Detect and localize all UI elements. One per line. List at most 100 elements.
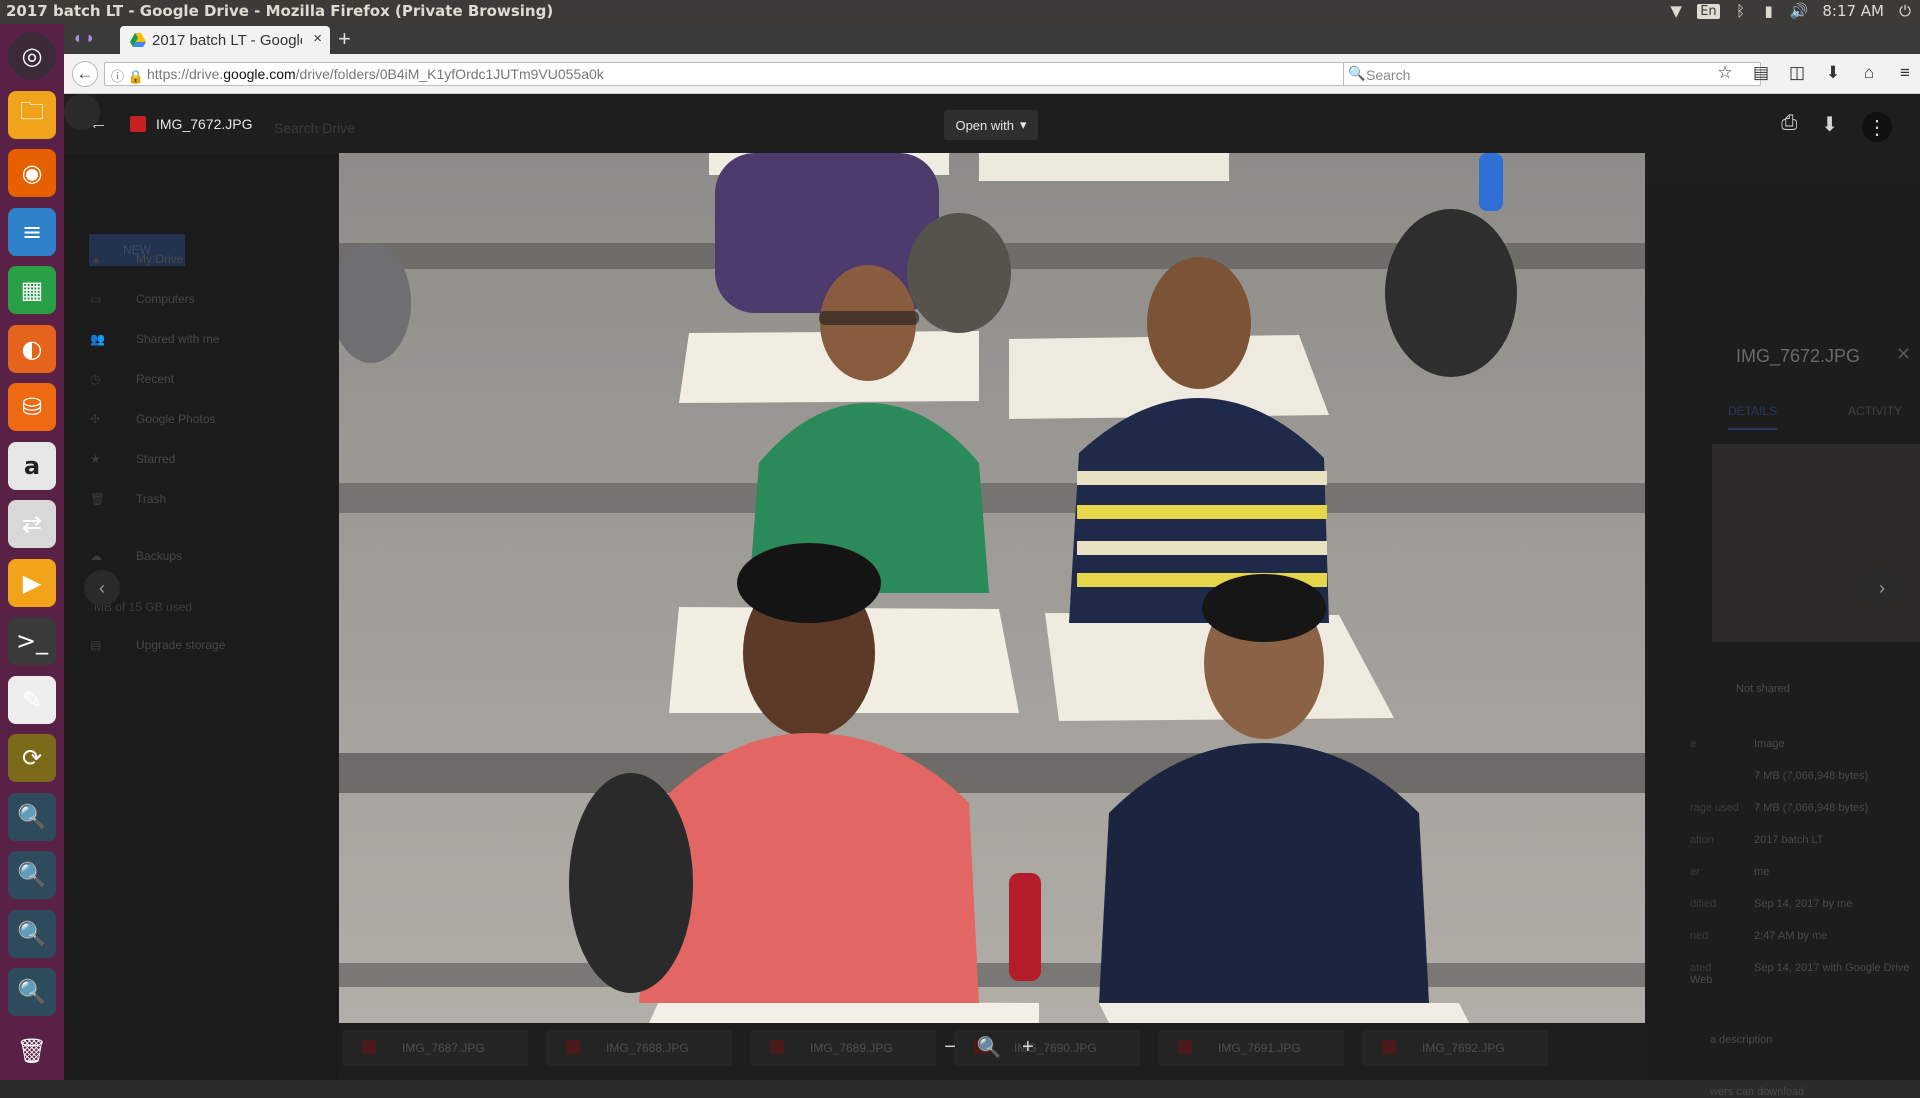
open-with-button[interactable]: Open with ▾ [944, 110, 1038, 140]
details-row-value: 7 MB (7,066,948 bytes) [1754, 770, 1869, 782]
viewer-actions: ⎙ ⬇ ⋮ [1781, 112, 1892, 142]
filmstrip-filename: IMG_7692.JPG [1422, 1041, 1505, 1055]
details-row: er me [1690, 866, 1920, 878]
filmstrip-item[interactable]: IMG_7687.JPG [342, 1030, 528, 1066]
drive-nav-item[interactable]: ▭ Computers [90, 292, 195, 306]
window-title: 2017 batch LT - Google Drive - Mozilla F… [6, 2, 554, 20]
details-row: dified Sep 14, 2017 by me [1690, 898, 1920, 910]
new-tab-button[interactable]: + [338, 26, 351, 52]
drive-nav-label: My Drive [136, 252, 184, 266]
details-row: ation 2017 batch LT [1690, 834, 1920, 846]
filmstrip-item[interactable]: IMG_7692.JPG [1362, 1030, 1548, 1066]
more-actions-icon[interactable]: ⋮ [1862, 112, 1892, 142]
launcher-firefox-icon[interactable]: ◉ [8, 149, 56, 197]
tab-bar: ◐◑ 2017 batch LT - Google × + [64, 24, 1920, 54]
next-image-button[interactable]: › [1864, 570, 1900, 606]
zoom-out-icon[interactable]: − [944, 1036, 956, 1059]
back-button[interactable]: ← [72, 61, 98, 87]
search-bar[interactable]: 🔍 Search [1343, 62, 1761, 86]
launcher-settings-toggle-icon[interactable]: ⇄ [8, 500, 56, 548]
drive-nav-item[interactable]: ▲ My Drive [90, 252, 183, 266]
launcher-ubuntu-dash-icon[interactable]: ◎ [8, 32, 56, 80]
launcher-libreoffice-calc-icon[interactable]: ▦ [8, 266, 56, 314]
volume-icon[interactable]: 🔊 [1790, 2, 1809, 20]
system-top-bar: 2017 batch LT - Google Drive - Mozilla F… [0, 0, 1920, 24]
drive-nav-item[interactable]: ✣ Google Photos [90, 412, 215, 426]
launcher-terminal-icon[interactable]: >_ [8, 617, 56, 665]
launcher-image-viewer-2-icon[interactable]: 🔍 [8, 851, 56, 899]
wifi-icon[interactable]: ▼ [1669, 2, 1683, 20]
launcher-trash-icon[interactable]: 🗑 [8, 1026, 56, 1075]
drive-nav-item[interactable]: 👥 Shared with me [90, 332, 219, 346]
tab-label: 2017 batch LT - Google [152, 32, 302, 49]
power-icon[interactable]: ⏻ [1898, 2, 1912, 20]
details-row: e Image [1690, 738, 1920, 750]
details-row: ated Sep 14, 2017 with Google Drive Web [1690, 962, 1920, 986]
previous-image-button[interactable]: ‹ [84, 570, 120, 606]
previous-image-button[interactable] [64, 94, 100, 130]
image-file-icon [362, 1040, 376, 1054]
launcher-software-center-icon[interactable]: ⛁ [8, 383, 56, 431]
url-bar[interactable]: ⓘ 🔒 https://drive.google.com/drive/folde… [104, 62, 1370, 86]
upgrade-storage-link[interactable]: ▤ Upgrade storage [90, 638, 225, 652]
launcher-image-viewer-3-icon[interactable]: 🔍 [8, 909, 56, 958]
toolbar-icons: ☆ ▤ ◫ ⬇ ⌂ ≡ [1714, 63, 1916, 83]
details-row: rage used 7 MB (7,066,948 bytes) [1690, 802, 1920, 814]
launcher-text-editor-icon[interactable]: ✎ [8, 675, 56, 724]
site-info-icon[interactable]: ⓘ 🔒 [111, 66, 144, 85]
keyboard-language[interactable]: En [1697, 3, 1720, 19]
details-panel: IMG_7672.JPG ✕ DETAILS ACTIVITY Not shared e I… [1650, 188, 1920, 1098]
clock-icon: ◷ [90, 372, 101, 386]
add-description[interactable]: a description [1710, 1034, 1772, 1046]
viewer-filename: IMG_7672.JPG [156, 116, 253, 132]
drive-nav-item[interactable]: 🗑 Trash [90, 492, 166, 506]
tab-google-drive[interactable]: 2017 batch LT - Google × [120, 26, 330, 54]
launcher-files-icon[interactable]: 🗀 [8, 90, 56, 139]
tab-activity[interactable]: ACTIVITY [1848, 404, 1902, 418]
zoom-icon[interactable]: 🔍 [977, 1035, 1002, 1060]
details-row-label: rage used [1690, 802, 1739, 814]
indicator-area: ▼ En ᛒ ▮ 🔊 8:17 AM ⏻ [1669, 2, 1912, 20]
image-preview[interactable] [339, 153, 1645, 1023]
battery-icon[interactable]: ▮ [1762, 2, 1776, 20]
search-engine-icon[interactable]: 🔍 [1348, 65, 1365, 82]
pocket-icon[interactable]: ◫ [1786, 63, 1808, 83]
launcher-media-player-icon[interactable]: ▶ [8, 558, 56, 607]
storage-icon: ▤ [90, 638, 102, 652]
details-row-value: 2017 batch LT [1754, 834, 1824, 846]
bookmark-star-icon[interactable]: ☆ [1714, 63, 1736, 83]
unity-launcher: ◎ 🗀 ◉ ≡ ▦ ◐ ⛁ a ⇄ ▶ >_ ✎ ⟳ 🔍 🔍 🔍 🔍 🗑 [0, 24, 64, 1080]
launcher-amazon-icon[interactable]: a [8, 441, 56, 490]
menu-icon[interactable]: ≡ [1894, 63, 1916, 83]
drive-nav-item[interactable]: ☁ Backups [90, 549, 182, 563]
downloads-icon[interactable]: ⬇ [1822, 63, 1844, 83]
bluetooth-icon[interactable]: ᛒ [1734, 2, 1748, 20]
print-icon[interactable]: ⎙ [1781, 112, 1797, 142]
download-icon[interactable]: ⬇ [1821, 112, 1838, 142]
launcher-libreoffice-writer-icon[interactable]: ≡ [8, 207, 56, 256]
filmstrip-item[interactable]: IMG_7689.JPG [750, 1030, 936, 1066]
home-icon[interactable]: ⌂ [1858, 63, 1880, 83]
clock[interactable]: 8:17 AM [1822, 2, 1884, 20]
filmstrip-item[interactable]: IMG_7688.JPG [546, 1030, 732, 1066]
search-placeholder: Search [1366, 67, 1411, 83]
details-row-label: er [1690, 866, 1700, 878]
private-browsing-icon: ◐◑ [74, 30, 94, 47]
photos-icon: ✣ [90, 412, 101, 426]
drive-nav-item[interactable]: ★ Starred [90, 452, 175, 466]
drive-nav-item[interactable]: ◷ Recent [90, 372, 174, 386]
tab-details[interactable]: DETAILS [1728, 404, 1778, 430]
tab-close-icon[interactable]: × [313, 30, 322, 47]
reading-list-icon[interactable]: ▤ [1750, 63, 1772, 83]
drive-nav-label: Computers [136, 292, 195, 306]
filmstrip-filename: IMG_7689.JPG [810, 1041, 893, 1055]
launcher-image-viewer-4-icon[interactable]: 🔍 [8, 968, 56, 1016]
launcher-image-viewer-1-icon[interactable]: 🔍 [8, 792, 56, 841]
classroom-photo [339, 153, 1645, 1023]
zoom-in-icon[interactable]: + [1022, 1036, 1034, 1059]
details-row-value: 2:47 AM by me [1754, 930, 1828, 942]
details-row-label: ned [1690, 930, 1709, 942]
launcher-libreoffice-impress-icon[interactable]: ◐ [8, 324, 56, 373]
filmstrip-item[interactable]: IMG_7691.JPG [1158, 1030, 1344, 1066]
launcher-update-manager-icon[interactable]: ⟳ [8, 734, 56, 782]
